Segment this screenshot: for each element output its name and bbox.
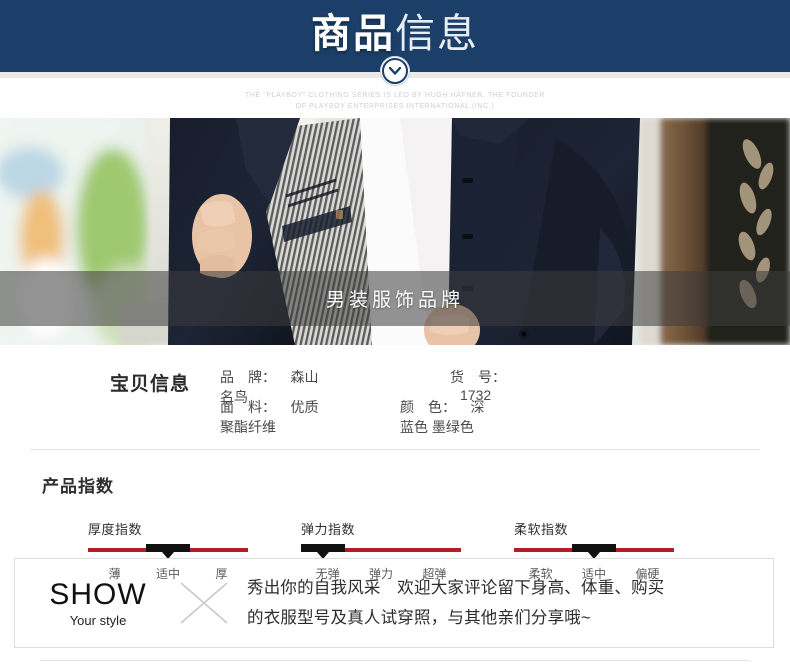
baby-info-title: 宝贝信息 (110, 374, 191, 395)
meter-softness-knob (572, 544, 616, 559)
baby-info-section: 宝贝信息 品 牌： 森山名鸟 货 号： 1732 面 料： 优质聚酯纤维 颜 色… (0, 345, 790, 441)
product-index-title: 产品指数 (42, 477, 114, 496)
show-subtitle: Your style (69, 613, 127, 628)
photo-overlay-text: 男装服饰品牌 (325, 290, 464, 311)
chevron-down-icon (382, 58, 408, 84)
show-description: 秀出你的自我风采 欢迎大家评论留下身高、体重、购买 的衣服型号及真人试穿照，与其… (247, 573, 773, 633)
page-title: 商品信息 (0, 8, 790, 60)
meter-thickness-bar (88, 544, 248, 559)
show-description-line-2: 的衣服型号及真人试穿照，与其他亲们分享哦~ (247, 609, 591, 627)
meter-thickness-knob (146, 544, 190, 559)
meter-elasticity-label: 弹力指数 (301, 522, 356, 537)
brand-caption: THE "PLAYBOY" CLOTHING SERIES IS LED BY … (0, 90, 790, 112)
fabric-label: 面 料： (220, 399, 276, 415)
bottom-divider (40, 660, 750, 661)
close-x-icon (173, 577, 235, 629)
show-word: SHOW (49, 578, 147, 611)
brand-caption-line-1: THE "PLAYBOY" CLOTHING SERIES IS LED BY … (244, 92, 546, 99)
meter-softness-label: 柔软指数 (514, 522, 569, 537)
page-title-light: 信息 (395, 12, 479, 56)
product-detail-page: 商品信息 THE "PLAYBOY" CLOTHING SERIES IS LE… (0, 0, 790, 670)
show-logo: SHOW Your style (15, 578, 173, 628)
product-photo-banner: 男装服饰品牌 (0, 118, 790, 345)
page-title-bold: 商品 (311, 12, 395, 56)
article-no-label: 货 号： (450, 369, 506, 385)
scroll-down-badge[interactable] (380, 56, 410, 86)
show-description-line-1: 秀出你的自我风采 欢迎大家评论留下身高、体重、购买 (247, 579, 665, 597)
color-pair: 颜 色： 深蓝色 墨绿色 (400, 397, 490, 437)
photo-overlay-banner: 男装服饰品牌 (0, 271, 790, 326)
fabric-pair: 面 料： 优质聚酯纤维 (220, 397, 320, 437)
show-your-style-box: SHOW Your style 秀出你的自我风采 欢迎大家评论留下身高、体重、购… (14, 558, 774, 648)
page-header: 商品信息 (0, 0, 790, 86)
baby-info-row: 面 料： 优质聚酯纤维 颜 色： 深蓝色 墨绿色 (0, 397, 790, 435)
brand-label: 品 牌： (220, 369, 276, 385)
meter-thickness-label: 厚度指数 (88, 522, 143, 537)
meter-elasticity-bar (301, 544, 461, 559)
color-label: 颜 色： (400, 399, 456, 415)
meter-softness-bar (514, 544, 674, 559)
brand-caption-line-2: OF PLAYBOY ENTERPRISES INTERNATIONAL (IN… (295, 103, 495, 110)
meter-elasticity-knob (301, 544, 345, 559)
